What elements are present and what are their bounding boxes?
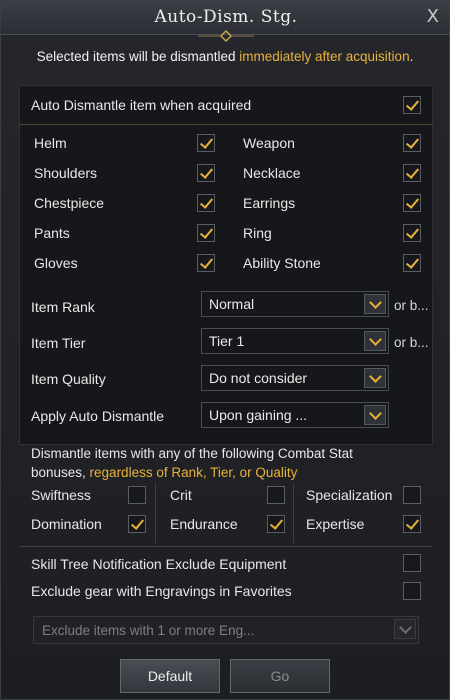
item-rank-value: Normal bbox=[209, 296, 255, 312]
equip-label-necklace: Necklace bbox=[243, 165, 301, 181]
endurance-checkbox[interactable] bbox=[267, 515, 285, 533]
stat-label-expertise: Expertise bbox=[306, 516, 365, 532]
chestpiece-checkbox[interactable] bbox=[197, 194, 215, 212]
gloves-checkbox[interactable] bbox=[197, 254, 215, 272]
combat-stat-line1: Dismantle items with any of the followin… bbox=[31, 446, 353, 461]
item-tier-value: Tier 1 bbox=[209, 333, 245, 349]
apply-auto-dismantle-dropdown[interactable]: Upon gaining ... bbox=[201, 402, 389, 428]
expertise-checkbox[interactable] bbox=[403, 515, 421, 533]
specialization-checkbox[interactable] bbox=[403, 486, 421, 504]
window-title: Auto-Dism. Stg. bbox=[154, 7, 298, 27]
equip-label-chestpiece: Chestpiece bbox=[34, 195, 105, 211]
stat-label-crit: Crit bbox=[170, 487, 192, 503]
equip-label-earrings: Earrings bbox=[243, 195, 296, 211]
weapon-checkbox[interactable] bbox=[403, 134, 421, 152]
engraving-exclude-dropdown: Exclude items with 1 or more Eng... bbox=[33, 616, 419, 644]
stat-label-endurance: Endurance bbox=[170, 516, 238, 532]
default-button[interactable]: Default bbox=[120, 659, 220, 693]
title-bar: Auto-Dism. Stg. X bbox=[1, 1, 449, 43]
ability-stone-checkbox[interactable] bbox=[403, 254, 421, 272]
equip-label-ring: Ring bbox=[243, 225, 272, 241]
equip-label-pants: Pants bbox=[34, 225, 70, 241]
auto-dismantle-window: Auto-Dism. Stg. X Selected items will be… bbox=[0, 0, 450, 700]
chevron-down-icon[interactable] bbox=[364, 331, 386, 351]
stat-label-specialization: Specialization bbox=[306, 487, 393, 503]
equip-label-shoulders: Shoulders bbox=[34, 165, 98, 181]
ring-checkbox[interactable] bbox=[403, 224, 421, 242]
engravings-favorites-checkbox[interactable] bbox=[403, 582, 421, 600]
equip-label-gloves: Gloves bbox=[34, 255, 78, 271]
stat-label-domination: Domination bbox=[31, 516, 102, 532]
engraving-exclude-value: Exclude items with 1 or more Eng... bbox=[42, 623, 255, 638]
item-rank-suffix: or b... bbox=[394, 298, 429, 313]
combat-stat-line2: bonuses, regardless of Rank, Tier, or Qu… bbox=[31, 465, 297, 480]
item-rank-label: Item Rank bbox=[31, 299, 95, 315]
item-quality-value: Do not consider bbox=[209, 370, 308, 386]
crit-checkbox[interactable] bbox=[267, 486, 285, 504]
column-separator bbox=[293, 483, 294, 543]
info-highlight: immediately after acquisition bbox=[239, 49, 410, 64]
close-icon[interactable]: X bbox=[427, 6, 439, 27]
chevron-down-icon[interactable] bbox=[364, 294, 386, 314]
column-separator bbox=[155, 483, 156, 543]
chevron-down-icon[interactable] bbox=[364, 368, 386, 388]
domination-checkbox[interactable] bbox=[128, 515, 146, 533]
apply-auto-dismantle-value: Upon gaining ... bbox=[209, 407, 308, 423]
go-button[interactable]: Go bbox=[230, 659, 330, 693]
shoulders-checkbox[interactable] bbox=[197, 164, 215, 182]
earrings-checkbox[interactable] bbox=[403, 194, 421, 212]
item-rank-dropdown[interactable]: Normal bbox=[201, 291, 389, 317]
combat-stat-line2-highlight: regardless of Rank, Tier, or Quality bbox=[89, 465, 298, 480]
necklace-checkbox[interactable] bbox=[403, 164, 421, 182]
swiftness-checkbox[interactable] bbox=[128, 486, 146, 504]
ornament-icon bbox=[198, 29, 254, 43]
item-tier-dropdown[interactable]: Tier 1 bbox=[201, 328, 389, 354]
auto-dismantle-checkbox[interactable] bbox=[403, 96, 421, 114]
divider bbox=[19, 124, 433, 125]
equip-label-ability-stone: Ability Stone bbox=[243, 255, 321, 271]
info-suffix: . bbox=[409, 49, 414, 64]
pants-checkbox[interactable] bbox=[197, 224, 215, 242]
apply-auto-dismantle-label: Apply Auto Dismantle bbox=[31, 408, 165, 424]
item-tier-suffix: or b... bbox=[394, 335, 429, 350]
info-text: Selected items will be dismantled immedi… bbox=[1, 49, 449, 64]
stat-label-swiftness: Swiftness bbox=[31, 487, 91, 503]
equip-label-helm: Helm bbox=[34, 135, 67, 151]
divider bbox=[19, 546, 433, 547]
item-quality-dropdown[interactable]: Do not consider bbox=[201, 365, 389, 391]
equip-label-weapon: Weapon bbox=[243, 135, 295, 151]
info-prefix: Selected items will be dismantled bbox=[36, 49, 240, 64]
helm-checkbox[interactable] bbox=[197, 134, 215, 152]
combat-stat-line2-prefix: bonuses, bbox=[31, 465, 90, 480]
skill-tree-exclude-checkbox[interactable] bbox=[403, 554, 421, 572]
auto-dismantle-label: Auto Dismantle item when acquired bbox=[31, 97, 252, 113]
item-tier-label: Item Tier bbox=[31, 335, 86, 351]
settings-panel bbox=[19, 85, 433, 445]
option-label-engravings: Exclude gear with Engravings in Favorite… bbox=[31, 583, 292, 599]
chevron-down-icon bbox=[394, 619, 416, 639]
chevron-down-icon[interactable] bbox=[364, 405, 386, 425]
item-quality-label: Item Quality bbox=[31, 371, 106, 387]
option-label-skill-tree: Skill Tree Notification Exclude Equipmen… bbox=[31, 556, 287, 572]
